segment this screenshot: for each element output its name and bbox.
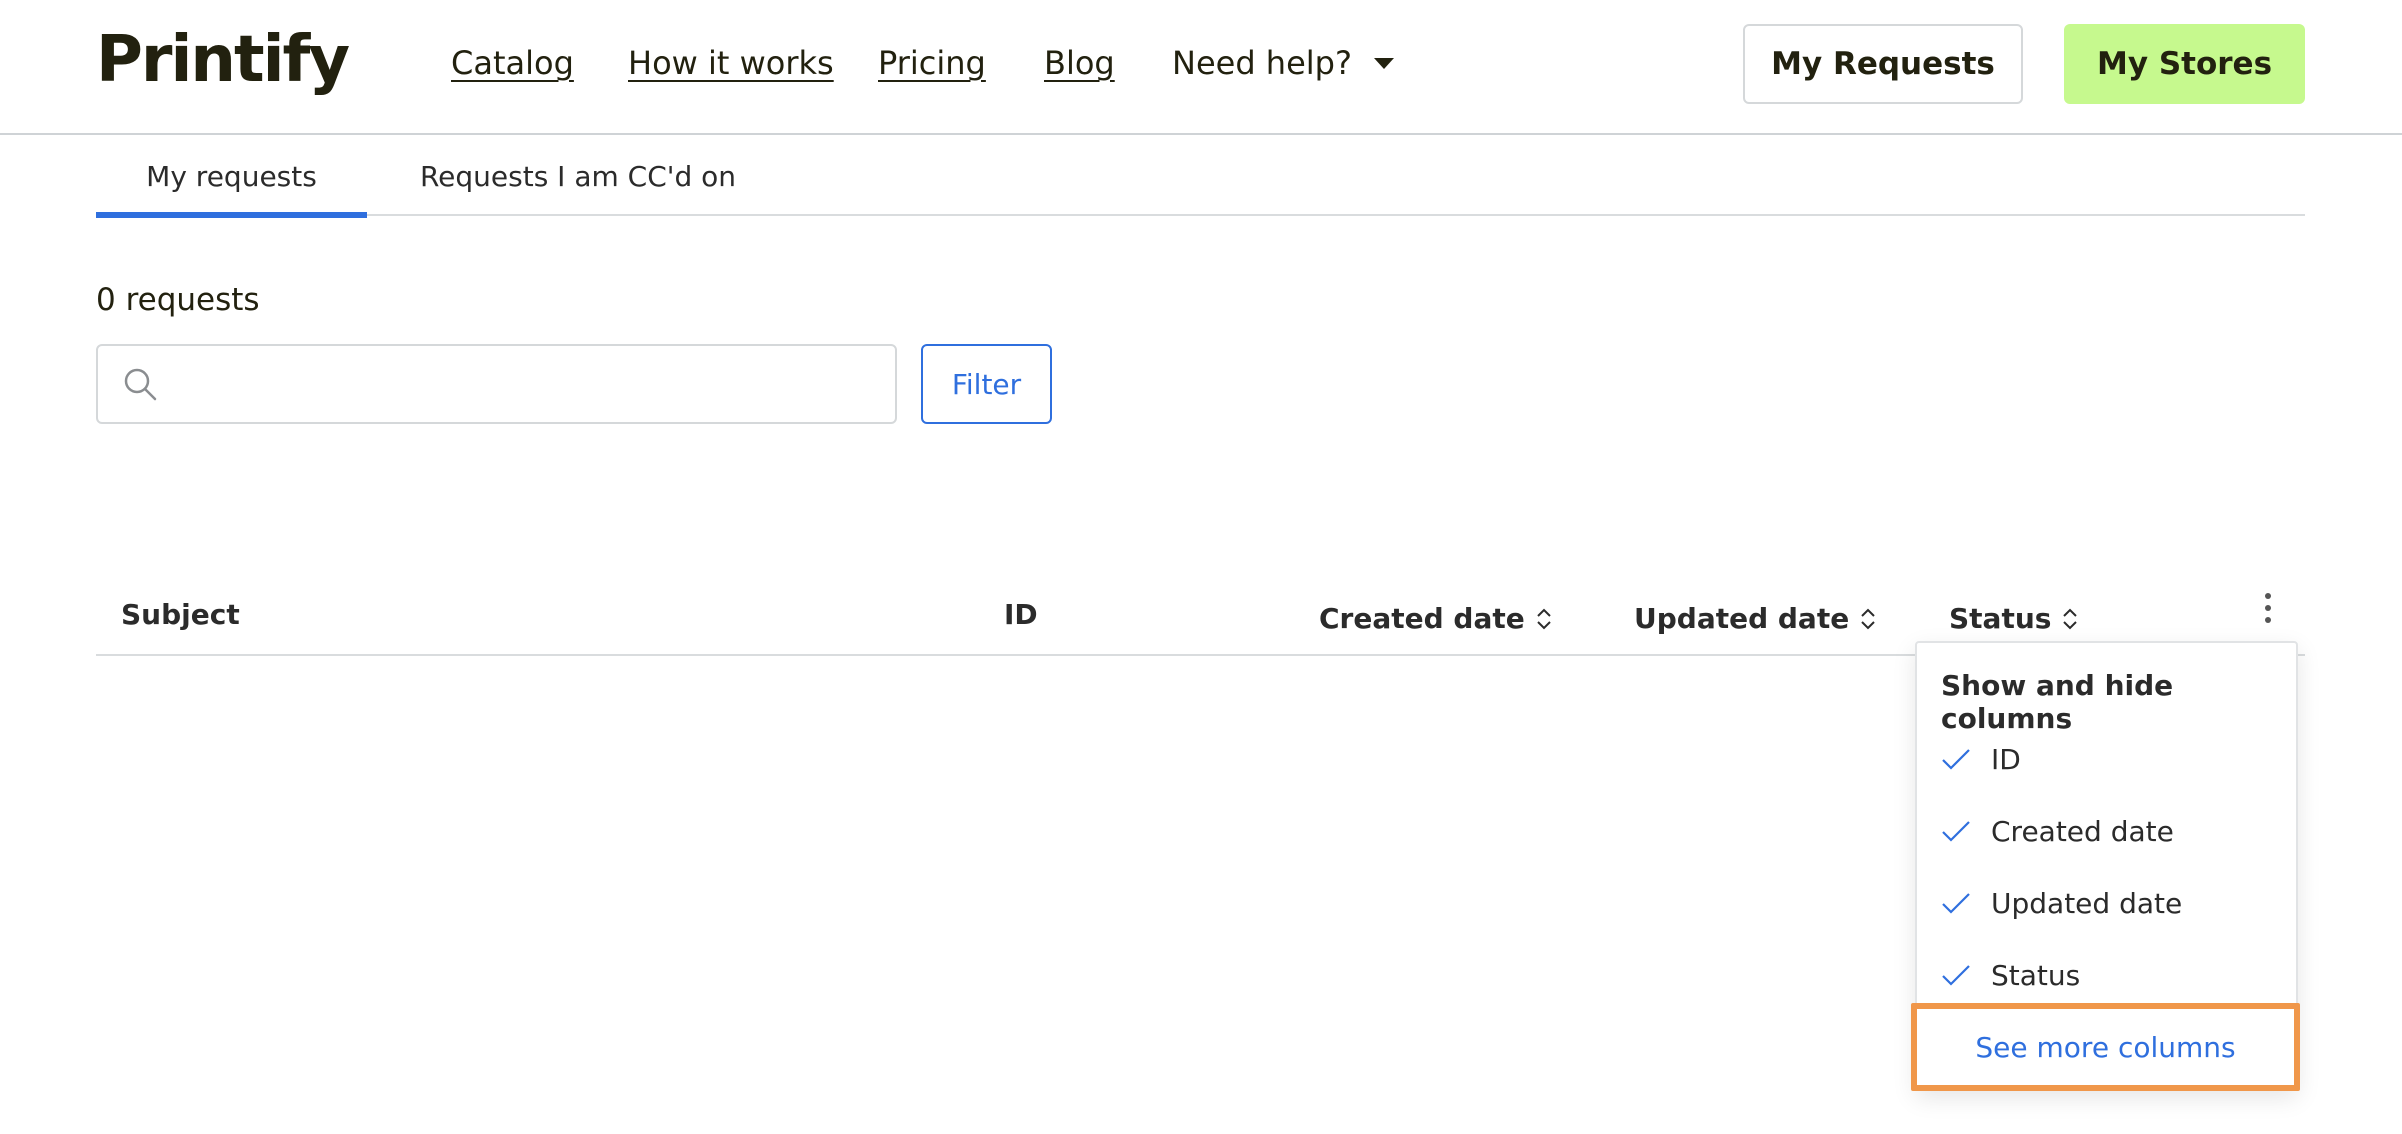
search-box[interactable] [96, 344, 897, 424]
column-header-updated-date[interactable]: Updated date [1634, 599, 1877, 639]
tab-my-requests[interactable]: My requests [96, 137, 367, 218]
requests-tabs: My requests Requests I am CC'd on [96, 137, 2305, 218]
site-header: Printify Catalog How it works Pricing Bl… [0, 0, 2402, 135]
sort-icon [1537, 608, 1551, 630]
columns-menu-title: Show and hide columns [1941, 669, 2174, 735]
nav-catalog-link[interactable]: Catalog [451, 40, 574, 86]
requests-count: 0 requests [96, 282, 260, 318]
columns-menu-item-updated-date[interactable]: Updated date [1941, 878, 2281, 928]
my-requests-button[interactable]: My Requests [1743, 24, 2023, 104]
columns-menu-item-id[interactable]: ID [1941, 734, 2281, 784]
printify-logo[interactable]: Printify [96, 22, 350, 98]
column-header-subject: Subject [121, 598, 240, 631]
nav-pricing-link[interactable]: Pricing [878, 40, 986, 86]
my-stores-button[interactable]: My Stores [2064, 24, 2305, 104]
nav-blog-link[interactable]: Blog [1044, 40, 1115, 86]
need-help-label: Need help? [1172, 44, 1352, 82]
tab-cc-requests[interactable]: Requests I am CC'd on [410, 137, 746, 216]
search-icon [124, 368, 157, 401]
search-input[interactable] [178, 356, 878, 412]
check-icon [1942, 821, 1970, 842]
sort-icon [1861, 608, 1875, 630]
check-icon [1942, 749, 1970, 770]
column-options-kebab-icon[interactable] [2253, 590, 2283, 626]
filter-button[interactable]: Filter [921, 344, 1052, 424]
see-more-columns-highlight: See more columns [1911, 1003, 2300, 1091]
column-header-created-date[interactable]: Created date [1319, 599, 1553, 639]
see-more-columns-button[interactable]: See more columns [1917, 1009, 2294, 1085]
columns-menu-item-created-date[interactable]: Created date [1941, 806, 2281, 856]
columns-menu-item-status[interactable]: Status [1941, 950, 2281, 1000]
column-header-id: ID [1004, 598, 1038, 631]
check-icon [1942, 965, 1970, 986]
sort-icon [2063, 608, 2078, 630]
nav-how-it-works-link[interactable]: How it works [628, 40, 834, 86]
caret-down-icon [1373, 57, 1394, 69]
check-icon [1942, 893, 1970, 914]
column-header-status[interactable]: Status [1949, 599, 2079, 639]
need-help-dropdown[interactable]: Need help? [1172, 40, 1394, 86]
